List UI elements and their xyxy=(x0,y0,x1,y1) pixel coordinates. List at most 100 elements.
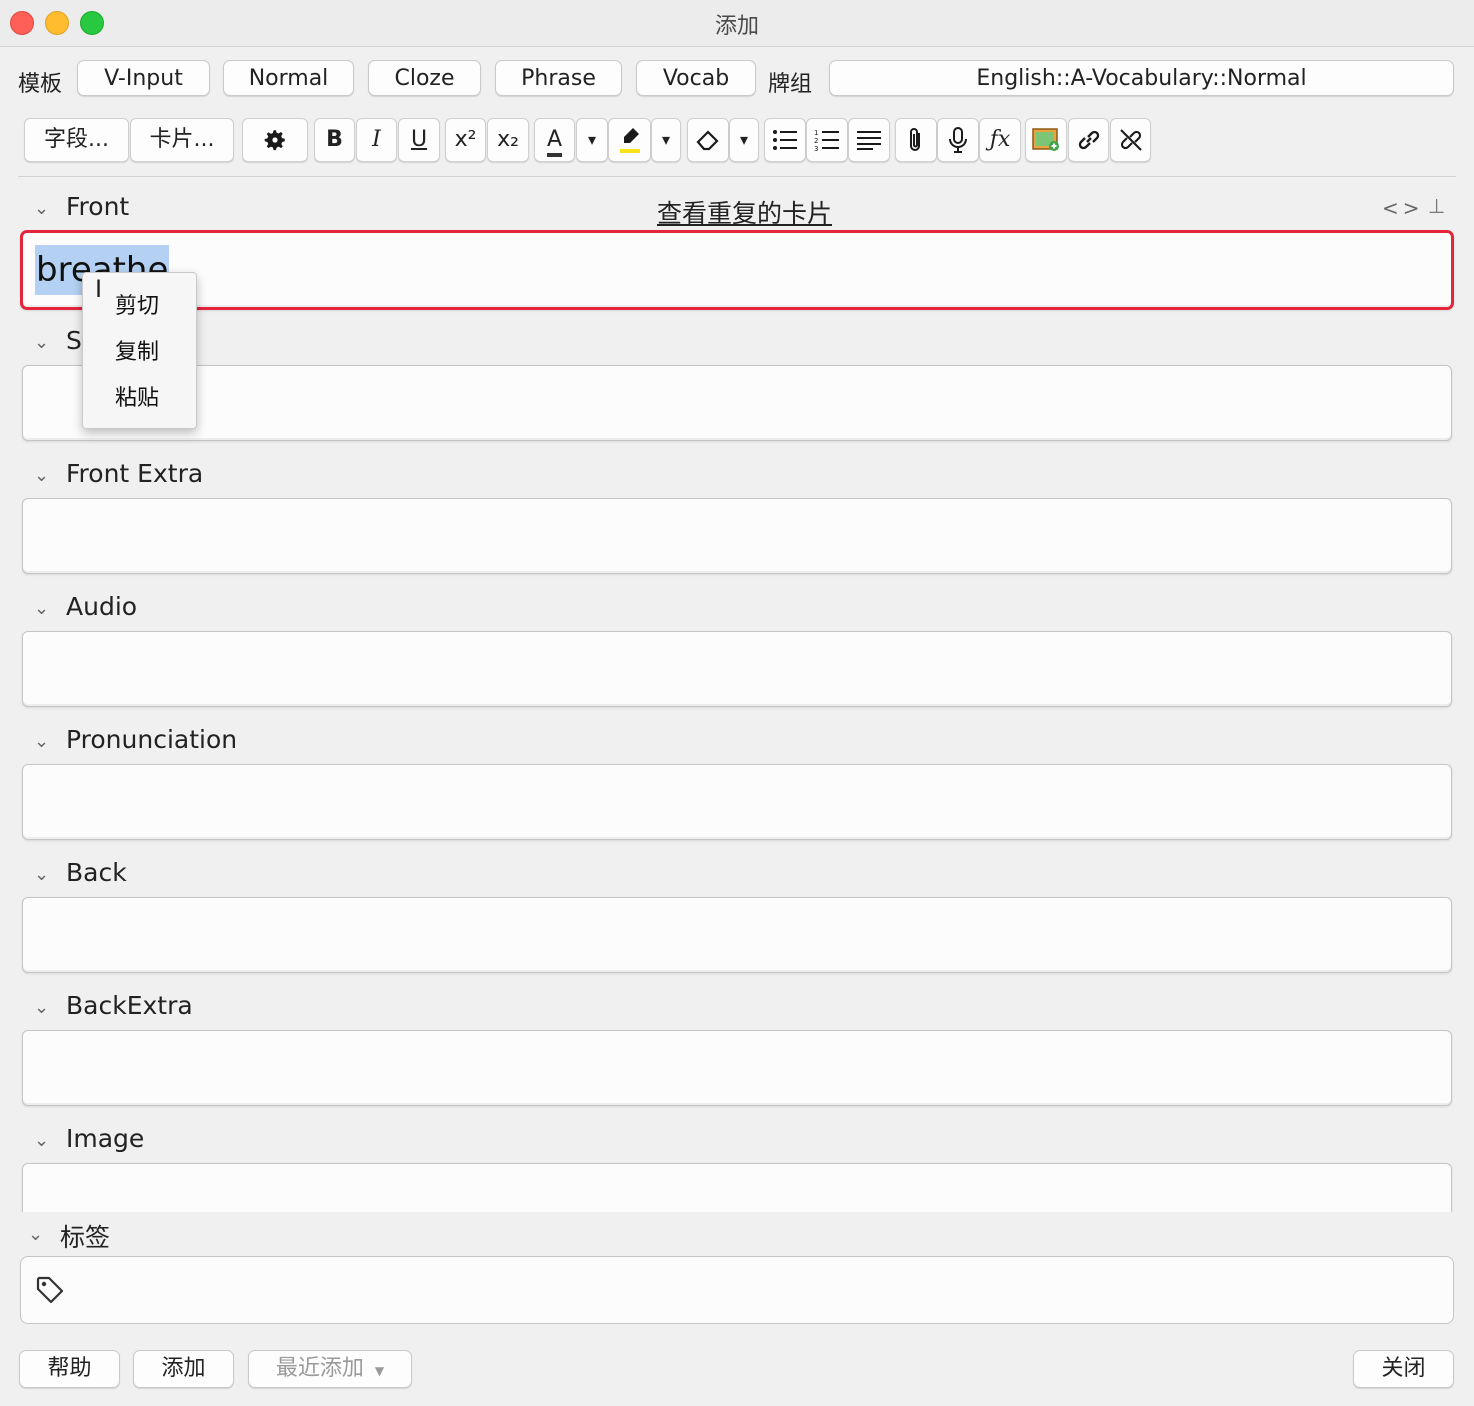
field-label-audio: Audio xyxy=(66,592,138,621)
text-color-icon: A xyxy=(546,127,563,157)
highlight-button[interactable] xyxy=(608,118,651,162)
field-editor-back[interactable] xyxy=(22,897,1452,973)
collapse-back-chevron-icon[interactable]: ⌄ xyxy=(34,864,49,885)
model-deck-row: 模板 V-Input Normal Cloze Phrase Vocab 牌组 … xyxy=(0,60,1474,100)
title-bar: 添加 xyxy=(0,0,1474,47)
tag-icon xyxy=(35,1275,65,1309)
align-button[interactable] xyxy=(848,118,890,162)
collapse-front-extra-chevron-icon[interactable]: ⌄ xyxy=(34,465,49,486)
collapse-pronunciation-chevron-icon[interactable]: ⌄ xyxy=(34,731,49,752)
bold-button[interactable]: B xyxy=(314,118,355,162)
underline-icon: U xyxy=(410,127,428,152)
link-button[interactable] xyxy=(1068,118,1109,162)
field-label-back: Back xyxy=(66,858,127,887)
toolbar-divider xyxy=(18,176,1456,177)
add-window: 添加 模板 V-Input Normal Cloze Phrase Vocab … xyxy=(0,0,1474,1406)
show-duplicates-link[interactable]: 查看重复的卡片 xyxy=(657,194,832,230)
editor-toolbar: 字段... 卡片... B I U x² x₂ A ▾ ▾ ▾ 1 2 3 ƒx xyxy=(0,118,1474,164)
gear-icon xyxy=(262,119,288,161)
field-label-pronunciation: Pronunciation xyxy=(66,725,238,754)
link-icon xyxy=(1076,127,1102,152)
field-editor-front-extra[interactable] xyxy=(22,498,1452,574)
model-button-cloze[interactable]: Cloze xyxy=(368,60,481,96)
model-button-normal[interactable]: Normal xyxy=(223,60,354,96)
image-occlusion-button[interactable] xyxy=(1025,118,1067,162)
field-editor-2[interactable] xyxy=(22,365,1452,441)
tags-input[interactable] xyxy=(20,1256,1454,1324)
model-label: 模板 xyxy=(18,72,63,97)
superscript-icon: x² xyxy=(454,127,477,152)
microphone-icon xyxy=(948,127,968,153)
chevron-down-icon: ▼ xyxy=(374,1364,385,1378)
subscript-button[interactable]: x₂ xyxy=(487,118,529,162)
field-editor-audio[interactable] xyxy=(22,631,1452,707)
eraser-icon xyxy=(695,127,721,152)
model-button-phrase[interactable]: Phrase xyxy=(495,60,622,96)
add-button[interactable]: 添加 xyxy=(133,1350,234,1388)
pin-icon[interactable]: ⊥ xyxy=(1428,194,1445,218)
deck-selector[interactable]: English::A-Vocabulary::Normal xyxy=(829,60,1454,96)
underline-button[interactable]: U xyxy=(398,118,440,162)
field-editor-front[interactable]: breathe xyxy=(20,230,1454,310)
collapse-front-chevron-icon[interactable]: ⌄ xyxy=(34,198,49,219)
italic-icon: I xyxy=(372,127,381,152)
numbered-list-icon: 1 2 3 xyxy=(814,127,840,153)
attachment-icon xyxy=(907,127,925,152)
window-title: 添加 xyxy=(714,14,759,39)
model-button-vocab[interactable]: Vocab xyxy=(636,60,756,96)
unlink-button[interactable] xyxy=(1110,118,1151,162)
superscript-button[interactable]: x² xyxy=(445,118,486,162)
options-button[interactable] xyxy=(242,118,308,162)
svg-text:2: 2 xyxy=(814,137,818,145)
tags-section: ⌄ 标签 xyxy=(0,1212,1474,1332)
text-color-button[interactable]: A xyxy=(534,118,575,162)
collapse-field-chevron-icon[interactable]: ⌄ xyxy=(34,332,49,353)
numbered-list-button[interactable]: 1 2 3 xyxy=(806,118,848,162)
svg-text:1: 1 xyxy=(814,129,818,137)
field-editor-pronunciation[interactable] xyxy=(22,764,1452,840)
collapse-backextra-chevron-icon[interactable]: ⌄ xyxy=(34,997,49,1018)
bullet-list-icon xyxy=(772,127,798,152)
field-label-front-extra: Front Extra xyxy=(66,459,204,488)
highlight-icon xyxy=(617,127,643,153)
html-editor-toggle-icon[interactable]: <> xyxy=(1382,196,1424,220)
fields-area: ⌄ Front 查看重复的卡片 <> ⊥ breathe ⌄ S b ⌄ Fro… xyxy=(0,180,1474,1212)
history-label: 最近添加 xyxy=(275,1356,364,1381)
svg-text:3: 3 xyxy=(814,145,818,151)
attach-button[interactable] xyxy=(895,118,937,162)
record-audio-button[interactable] xyxy=(937,118,979,162)
context-menu-copy[interactable]: 复制 xyxy=(115,334,159,366)
text-color-dropdown[interactable]: ▾ xyxy=(576,118,608,162)
mathjax-button[interactable]: ƒx xyxy=(979,118,1021,162)
field-editor-backextra[interactable] xyxy=(22,1030,1452,1106)
text-cursor-icon: I xyxy=(95,275,103,303)
clear-format-button[interactable] xyxy=(687,118,729,162)
bullet-list-button[interactable] xyxy=(764,118,806,162)
cards-button[interactable]: 卡片... xyxy=(130,118,234,162)
collapse-audio-chevron-icon[interactable]: ⌄ xyxy=(34,598,49,619)
fields-button[interactable]: 字段... xyxy=(24,118,129,162)
context-menu-paste[interactable]: 粘贴 xyxy=(115,380,159,412)
image-icon xyxy=(1032,127,1060,152)
history-button[interactable]: 最近添加 ▼ xyxy=(248,1350,412,1388)
formula-icon: ƒx xyxy=(989,127,1011,152)
clear-format-dropdown[interactable]: ▾ xyxy=(729,118,759,162)
unlink-icon xyxy=(1118,127,1144,152)
subscript-icon: x₂ xyxy=(497,127,519,152)
italic-button[interactable]: I xyxy=(356,118,397,162)
context-menu-cut[interactable]: 剪切 xyxy=(115,288,159,320)
highlight-dropdown[interactable]: ▾ xyxy=(651,118,681,162)
field-label-image: Image xyxy=(66,1124,145,1153)
model-button-v-input[interactable]: V-Input xyxy=(77,60,210,96)
chevron-down-icon: ▾ xyxy=(587,130,597,149)
help-button[interactable]: 帮助 xyxy=(19,1350,120,1388)
deck-label: 牌组 xyxy=(768,72,813,97)
field-editor-image[interactable] xyxy=(22,1163,1452,1212)
collapse-image-chevron-icon[interactable]: ⌄ xyxy=(34,1130,49,1151)
chevron-down-icon: ▾ xyxy=(739,130,749,149)
bold-icon: B xyxy=(326,127,343,152)
collapse-tags-chevron-icon[interactable]: ⌄ xyxy=(28,1224,43,1245)
field-label-front: Front xyxy=(66,192,130,221)
tags-label: 标签 xyxy=(60,1223,111,1252)
close-button[interactable]: 关闭 xyxy=(1353,1350,1454,1388)
